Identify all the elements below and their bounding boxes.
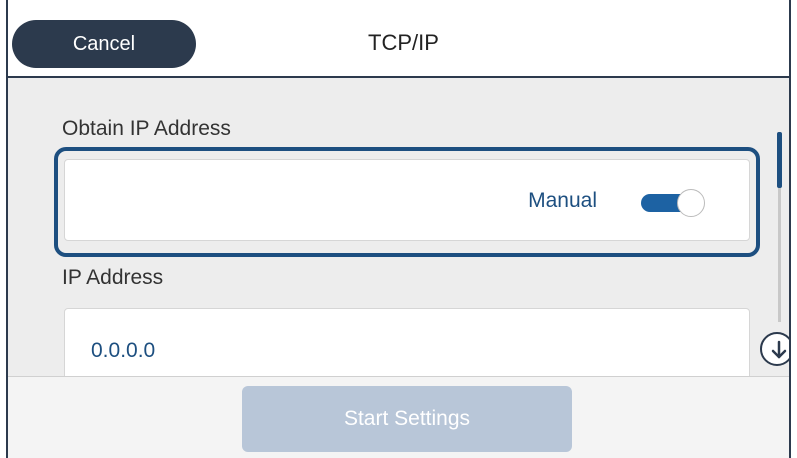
cancel-button[interactable]: Cancel bbox=[12, 20, 196, 68]
scrollbar-thumb[interactable] bbox=[777, 132, 782, 188]
settings-content: Obtain IP Address Manual IP Address 0.0.… bbox=[8, 80, 789, 388]
device-panel: Cancel TCP/IP Obtain IP Address Manual I… bbox=[6, 0, 791, 458]
start-settings-button[interactable]: Start Settings bbox=[242, 386, 572, 452]
header-bar: Cancel TCP/IP bbox=[8, 0, 789, 78]
scroll-down-button[interactable] bbox=[760, 332, 789, 366]
ip-address-value: 0.0.0.0 bbox=[91, 339, 156, 362]
arrow-down-circle-icon bbox=[771, 340, 787, 359]
manual-toggle[interactable] bbox=[641, 189, 705, 217]
obtain-ip-row[interactable]: Manual bbox=[64, 159, 750, 241]
page-title: TCP/IP bbox=[368, 30, 439, 55]
toggle-knob bbox=[677, 189, 705, 217]
footer-bar: Start Settings bbox=[8, 376, 789, 458]
obtain-ip-value: Manual bbox=[528, 189, 597, 212]
ip-address-label: IP Address bbox=[62, 266, 164, 289]
obtain-ip-label: Obtain IP Address bbox=[62, 117, 231, 140]
